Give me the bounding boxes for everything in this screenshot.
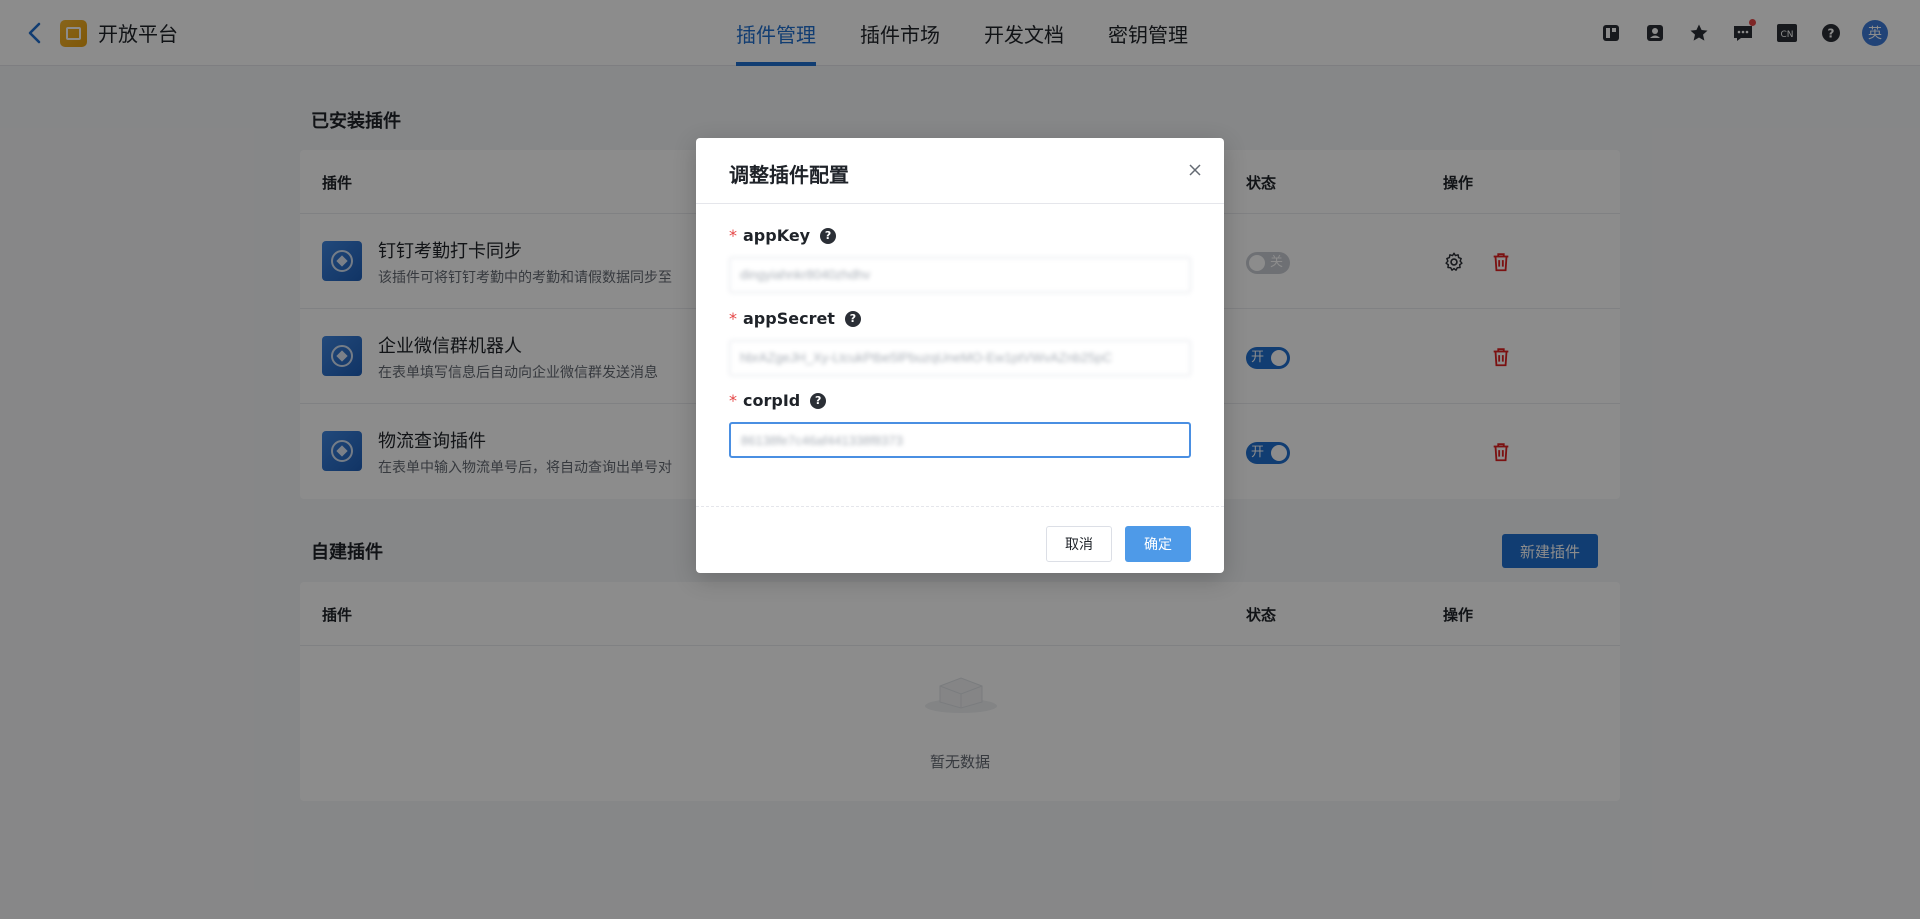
appkey-input[interactable]: dingyiahnkr8040zhdhv [729, 257, 1191, 293]
help-icon[interactable]: ? [810, 392, 827, 409]
close-icon[interactable] [1186, 161, 1204, 179]
confirm-button[interactable]: 确定 [1125, 526, 1191, 562]
help-icon[interactable]: ? [844, 310, 861, 327]
required-mark: * [729, 309, 737, 328]
config-dialog: 调整插件配置 * appKey ? dingyiahnkr8040zhdhv *… [696, 138, 1224, 573]
required-mark: * [729, 226, 737, 245]
corpid-input[interactable]: 86138fe7c46af441338f8373 [729, 422, 1191, 458]
appkey-label: * appKey ? [729, 226, 837, 245]
dialog-header: 调整插件配置 [696, 138, 1224, 204]
corpid-label: * corpId ? [729, 391, 827, 410]
dialog-title: 调整插件配置 [729, 163, 849, 187]
help-icon[interactable]: ? [820, 227, 837, 244]
appsecret-label: * appSecret ? [729, 309, 861, 328]
dialog-footer-divider [696, 506, 1224, 507]
cancel-button[interactable]: 取消 [1046, 526, 1112, 562]
appsecret-input[interactable]: hbrAZgeJH_Xy-LtcukPtbe5lPbuzqUneMO-Ew1pt… [729, 340, 1191, 376]
required-mark: * [729, 391, 737, 410]
